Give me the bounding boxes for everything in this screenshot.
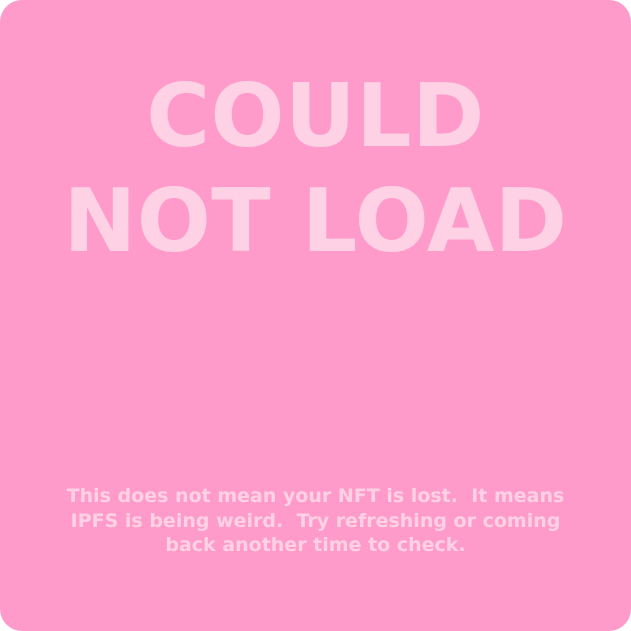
error-message-line-1: This does not mean your NFT is lost. It … xyxy=(66,485,565,507)
error-message-line-2: IPFS is being weird. Try refreshing or c… xyxy=(70,509,561,532)
error-headline-line-1: COULD xyxy=(146,65,485,167)
error-message: This does not mean your NFT is lost. It … xyxy=(40,484,591,558)
error-message-line-3: back another time to check. xyxy=(165,534,466,556)
nft-load-error-card: COULD NOT LOAD This does not mean your N… xyxy=(0,0,631,631)
error-headline-line-2: NOT LOAD xyxy=(63,170,568,272)
